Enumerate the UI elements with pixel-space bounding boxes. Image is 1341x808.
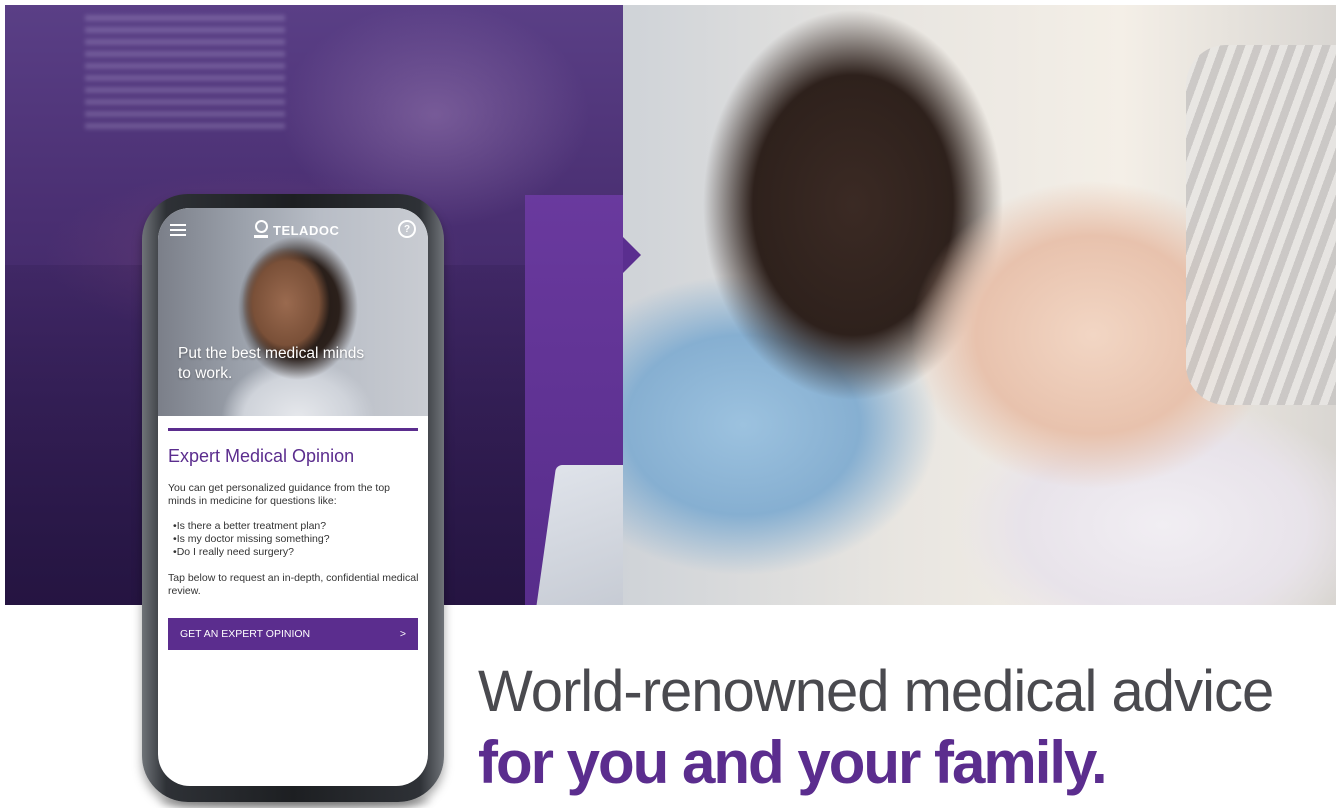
- cta-description: Tap below to request an in-depth, confid…: [168, 572, 419, 597]
- list-item: Do I really need surgery?: [168, 546, 420, 559]
- brand-name: TELADOC: [273, 222, 340, 238]
- phone-mockup: TELADOC ? Put the best medical minds to …: [142, 194, 444, 802]
- hero-photo-mother-child: [623, 5, 1336, 605]
- background-window-blinds: [85, 15, 285, 135]
- help-icon[interactable]: ?: [398, 220, 416, 238]
- question-list: Is there a better treatment plan? Is my …: [168, 520, 420, 559]
- phone-screen: TELADOC ? Put the best medical minds to …: [158, 208, 428, 786]
- list-item: Is there a better treatment plan?: [168, 520, 420, 533]
- list-item: Is my doctor missing something?: [168, 533, 420, 546]
- teladoc-logo[interactable]: TELADOC: [254, 218, 339, 242]
- cta-button-label: GET AN EXPERT OPINION: [180, 628, 311, 640]
- teladoc-logo-icon: [254, 220, 268, 240]
- chevron-right-icon: >: [399, 628, 406, 640]
- headline-line-2: for you and your family.: [478, 729, 1108, 796]
- app-bar: TELADOC ?: [158, 208, 428, 254]
- intro-text: You can get personalized guidance from t…: [168, 482, 391, 507]
- hero-tagline: Put the best medical minds to work.: [178, 345, 365, 382]
- section-title: Expert Medical Opinion: [168, 446, 355, 466]
- headline-line-1: World-renowned medical advice: [478, 659, 1274, 724]
- app-hero-image-doctor: TELADOC ? Put the best medical minds to …: [158, 208, 428, 416]
- get-expert-opinion-button[interactable]: GET AN EXPERT OPINION >: [168, 618, 418, 650]
- section-divider: [168, 428, 418, 431]
- chevron-notch: [623, 237, 641, 273]
- striped-pillow: [1186, 45, 1336, 405]
- menu-icon[interactable]: [170, 224, 186, 237]
